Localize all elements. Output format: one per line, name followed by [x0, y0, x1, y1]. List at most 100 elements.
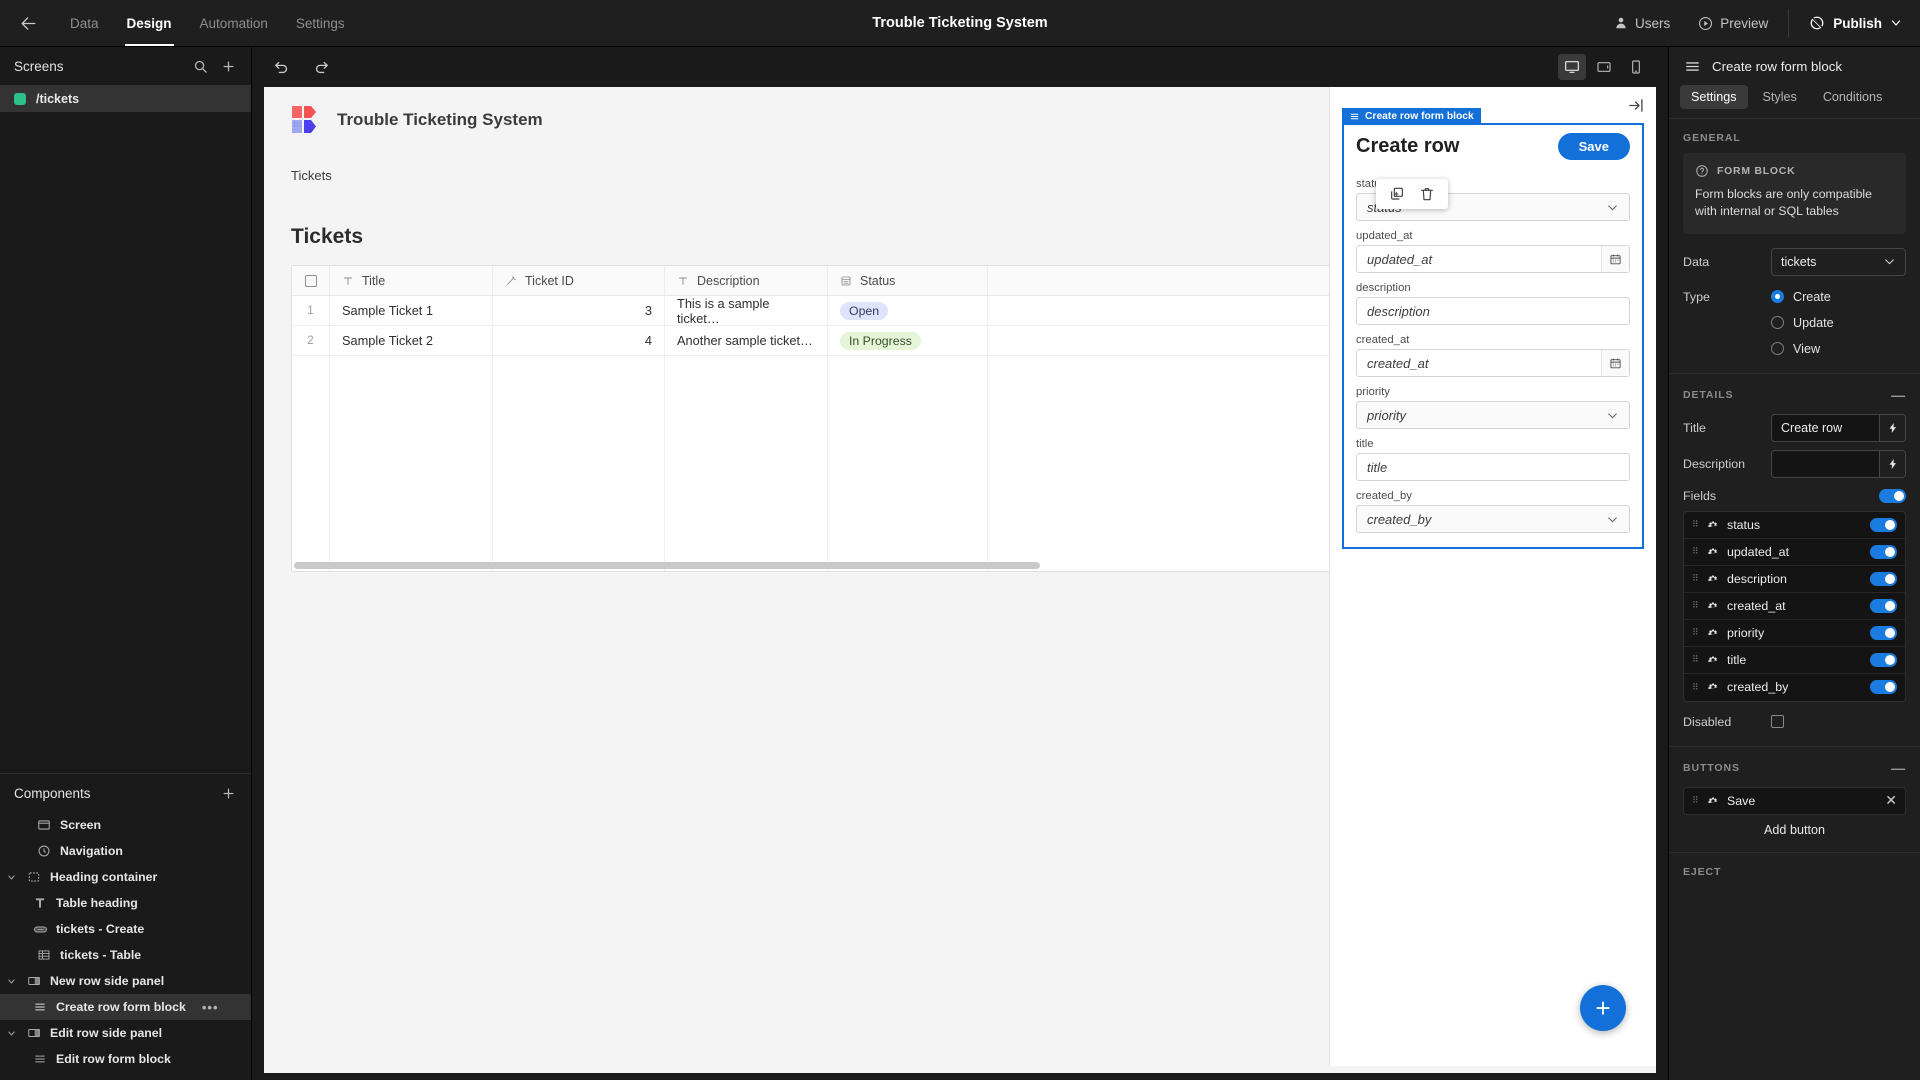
gear-icon[interactable]: [1707, 573, 1719, 585]
field-item-updated-at[interactable]: ⠿ updated_at: [1684, 539, 1905, 566]
cell-description[interactable]: Another sample ticket…: [665, 326, 828, 355]
gear-icon[interactable]: [1707, 546, 1719, 558]
updated-at-input[interactable]: updated_at: [1356, 245, 1630, 273]
column-header-description[interactable]: Description: [665, 266, 828, 295]
preview-button[interactable]: Preview: [1684, 0, 1782, 46]
fields-toggle[interactable]: [1879, 488, 1906, 503]
component-tickets-table[interactable]: tickets - Table: [0, 942, 251, 968]
tab-conditions[interactable]: Conditions: [1812, 85, 1894, 109]
column-header-title[interactable]: Title: [330, 266, 493, 295]
lightning-icon[interactable]: [1879, 450, 1905, 477]
back-button[interactable]: [0, 0, 56, 46]
search-icon[interactable]: [191, 57, 209, 75]
drag-handle-icon[interactable]: ⠿: [1692, 547, 1699, 556]
drag-handle-icon[interactable]: ⠿: [1692, 628, 1699, 637]
field-toggle[interactable]: [1870, 598, 1897, 613]
tab-settings[interactable]: Settings: [1680, 85, 1748, 109]
drag-handle-icon[interactable]: ⠿: [1692, 574, 1699, 583]
collapse-panel-icon[interactable]: [1627, 97, 1644, 114]
gear-icon[interactable]: [1707, 627, 1719, 639]
tab-settings[interactable]: Settings: [282, 0, 359, 46]
type-option-create[interactable]: Create: [1771, 290, 1834, 304]
type-option-view[interactable]: View: [1771, 342, 1834, 356]
gear-icon[interactable]: [1707, 681, 1719, 693]
drag-handle-icon[interactable]: ⠿: [1692, 655, 1699, 664]
component-heading-container[interactable]: Heading container: [0, 864, 251, 890]
lightning-icon[interactable]: [1879, 414, 1905, 441]
minus-icon[interactable]: —: [1891, 760, 1906, 776]
title-input[interactable]: Create row: [1772, 414, 1879, 441]
cell-status[interactable]: In Progress: [828, 326, 988, 355]
component-screen[interactable]: Screen: [0, 812, 251, 838]
created-by-select[interactable]: created_by: [1356, 505, 1630, 533]
field-toggle[interactable]: [1870, 571, 1897, 586]
field-toggle[interactable]: [1870, 652, 1897, 667]
redo-icon[interactable]: [310, 56, 332, 78]
cell-status[interactable]: Open: [828, 296, 988, 325]
column-header-status[interactable]: Status: [828, 266, 988, 295]
minus-icon[interactable]: —: [1891, 387, 1906, 403]
tab-data[interactable]: Data: [56, 0, 113, 46]
component-create-row-form-block[interactable]: Create row form block •••: [0, 994, 251, 1020]
settings-scroll-area[interactable]: GENERAL FORM BLOCK Form blocks are only …: [1669, 119, 1920, 1080]
cell-title[interactable]: Sample Ticket 1: [330, 296, 493, 325]
field-item-created-by[interactable]: ⠿ created_by: [1684, 674, 1905, 701]
component-edit-row-side-panel[interactable]: Edit row side panel: [0, 1020, 251, 1046]
calendar-icon[interactable]: [1601, 246, 1629, 272]
field-item-description[interactable]: ⠿ description: [1684, 566, 1905, 593]
title-input[interactable]: title: [1356, 453, 1630, 481]
field-item-status[interactable]: ⠿ status: [1684, 512, 1905, 539]
undo-icon[interactable]: [270, 56, 292, 78]
description-input[interactable]: [1772, 450, 1879, 477]
drag-handle-icon[interactable]: ⠿: [1692, 796, 1699, 805]
add-component-icon[interactable]: [219, 784, 237, 802]
cell-description[interactable]: This is a sample ticket…: [665, 296, 828, 326]
component-more-icon[interactable]: •••: [202, 1000, 219, 1015]
add-row-fab[interactable]: +: [1580, 985, 1626, 1031]
scrollbar-thumb[interactable]: [294, 562, 1040, 569]
gear-icon[interactable]: [1707, 795, 1719, 807]
select-all-checkbox[interactable]: [304, 274, 317, 287]
created-at-input[interactable]: created_at: [1356, 349, 1630, 377]
calendar-icon[interactable]: [1601, 350, 1629, 376]
tablet-icon[interactable]: [1590, 54, 1618, 80]
chevron-down-icon[interactable]: [4, 873, 18, 882]
description-field[interactable]: [1771, 449, 1906, 478]
cell-title[interactable]: Sample Ticket 2: [330, 326, 493, 355]
chevron-down-icon[interactable]: [4, 1029, 18, 1038]
app-nav-item-tickets[interactable]: Tickets: [291, 168, 332, 183]
cell-ticket-id[interactable]: 3: [493, 296, 665, 325]
field-toggle[interactable]: [1870, 517, 1897, 532]
tab-automation[interactable]: Automation: [186, 0, 282, 46]
tab-styles[interactable]: Styles: [1752, 85, 1808, 109]
component-edit-row-form-block[interactable]: Edit row form block: [0, 1046, 251, 1072]
close-icon[interactable]: ✕: [1885, 792, 1897, 809]
chevron-down-icon[interactable]: [4, 977, 18, 986]
gear-icon[interactable]: [1707, 654, 1719, 666]
screen-item-tickets[interactable]: /tickets: [0, 85, 251, 112]
users-button[interactable]: Users: [1600, 0, 1684, 46]
type-option-update[interactable]: Update: [1771, 316, 1834, 330]
mobile-icon[interactable]: [1622, 54, 1650, 80]
component-new-row-side-panel[interactable]: New row side panel: [0, 968, 251, 994]
button-item-save[interactable]: ⠿ Save ✕: [1683, 786, 1906, 815]
component-tickets-create[interactable]: tickets - Create: [0, 916, 251, 942]
data-select[interactable]: tickets: [1771, 247, 1906, 276]
cell-ticket-id[interactable]: 4: [493, 326, 665, 355]
gear-icon[interactable]: [1707, 519, 1719, 531]
publish-button[interactable]: Publish: [1795, 0, 1920, 46]
drag-handle-icon[interactable]: ⠿: [1692, 682, 1699, 691]
field-toggle[interactable]: [1870, 680, 1897, 695]
drag-handle-icon[interactable]: ⠿: [1692, 520, 1699, 529]
component-table-heading[interactable]: Table heading: [0, 890, 251, 916]
field-item-priority[interactable]: ⠿ priority: [1684, 620, 1905, 647]
title-field[interactable]: Create row: [1771, 413, 1906, 442]
disabled-checkbox[interactable]: [1771, 715, 1784, 729]
select-all-header[interactable]: [292, 266, 330, 295]
save-button[interactable]: Save: [1557, 133, 1630, 160]
component-navigation[interactable]: Navigation: [0, 838, 251, 864]
delete-icon[interactable]: [1419, 186, 1435, 202]
priority-select[interactable]: priority: [1356, 401, 1630, 429]
desktop-icon[interactable]: [1558, 54, 1586, 80]
description-input[interactable]: description: [1356, 297, 1630, 325]
